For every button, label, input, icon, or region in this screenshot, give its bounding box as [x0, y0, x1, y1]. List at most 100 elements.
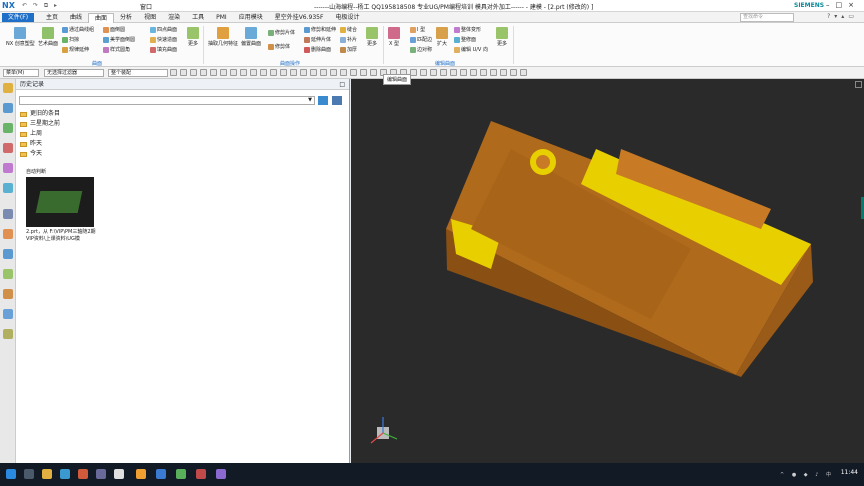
file-menu[interactable]: 文件(F) [2, 13, 34, 22]
more-edit-button[interactable]: 更多 [496, 27, 508, 47]
i-form-button[interactable]: I 型 [410, 26, 425, 33]
nx-taskbar-icon[interactable] [136, 469, 146, 479]
command-search-input[interactable]: 查找命令 [740, 13, 794, 22]
snap-tool-icon[interactable] [180, 69, 187, 76]
viewport-menu-icon[interactable] [855, 81, 862, 88]
snap-tool-icon[interactable] [310, 69, 317, 76]
history-path-input[interactable]: ▼ [19, 96, 315, 105]
trim-extend-button[interactable]: 修剪和延伸 [304, 26, 336, 33]
chevron-down-icon[interactable]: ▼ [308, 97, 312, 103]
law-extension-button[interactable]: 规律延伸 [62, 46, 89, 53]
more-operations-button[interactable]: 更多 [366, 27, 378, 47]
snap-tool-icon[interactable] [330, 69, 337, 76]
snap-tool-icon[interactable] [170, 69, 177, 76]
history-clock-icon[interactable] [3, 209, 13, 219]
snap-tool-icon[interactable] [420, 69, 427, 76]
aesthetic-blend-button[interactable]: 美学面倒圆 [103, 36, 135, 43]
trim-sheet-button[interactable]: 修剪片体 [268, 29, 295, 36]
graphics-viewport[interactable] [351, 79, 864, 463]
panel-maximize-icon[interactable]: □ [339, 79, 345, 90]
snap-tool-icon[interactable] [520, 69, 527, 76]
history-folder-today[interactable]: 今天 [20, 149, 60, 159]
app-icon[interactable] [96, 469, 106, 479]
edge-symmetry-button[interactable]: 边对称 [410, 46, 432, 53]
snap-tool-icon[interactable] [250, 69, 257, 76]
window-menu[interactable]: 窗口 [140, 2, 152, 11]
extend-sheet-button[interactable]: 延伸片体 [304, 36, 331, 43]
edit-uv-button[interactable]: 编辑 U/V 向 [454, 46, 488, 53]
process-studio-icon[interactable] [3, 229, 13, 239]
x-form-button[interactable]: X 型 [388, 27, 400, 47]
four-point-surface-button[interactable]: 四点曲面 [150, 26, 177, 33]
system-scenes-icon[interactable] [3, 269, 13, 279]
selection-filter-dropdown[interactable]: 无选择过滤器 [44, 69, 104, 77]
snap-tool-icon[interactable] [320, 69, 327, 76]
part-thumbnail[interactable] [26, 177, 94, 227]
view-options-icon[interactable] [332, 96, 342, 105]
snap-tool-icon[interactable] [300, 69, 307, 76]
history-folder-lastweek[interactable]: 上周 [20, 129, 60, 139]
tab-render[interactable]: 渲染 [162, 13, 186, 23]
sew-button[interactable]: 缝合 [340, 26, 357, 33]
snap-tool-icon[interactable] [190, 69, 197, 76]
menu-dropdown[interactable]: 菜单(M) [3, 69, 39, 77]
fast-surface-button[interactable]: 快速造面 [150, 36, 177, 43]
snap-tool-icon[interactable] [480, 69, 487, 76]
snap-tool-icon[interactable] [270, 69, 277, 76]
app-icon[interactable] [176, 469, 186, 479]
help-icons[interactable]: ?▾▴▭ [827, 13, 858, 20]
match-edge-button[interactable]: 匹配边 [410, 36, 432, 43]
fill-surface-button[interactable]: 填充曲面 [150, 46, 177, 53]
snap-tool-icon[interactable] [430, 69, 437, 76]
style-blend-button[interactable]: 样式圆角 [103, 46, 130, 53]
selection-scope-dropdown[interactable]: 整个装配 [108, 69, 168, 77]
tab-analysis[interactable]: 分析 [114, 13, 138, 23]
snap-tool-icon[interactable] [280, 69, 287, 76]
tab-surface[interactable]: 曲面 [88, 13, 115, 23]
face-blend-button[interactable]: 面倒圆 [103, 26, 125, 33]
app-icon[interactable] [216, 469, 226, 479]
tab-view[interactable]: 视图 [138, 13, 162, 23]
nx-creative-button[interactable]: NX 创意塑型 [6, 27, 35, 47]
enlarge-button[interactable]: 扩大 [436, 27, 448, 47]
recent-part-item[interactable]: 自动判断 2.prt，从 F:\VIP\PM三轴随2期VIP资料\上课资料\UG… [26, 168, 98, 242]
system-tray[interactable]: ^ ● ◆ ♪ 中 [780, 471, 834, 478]
roles-icon[interactable] [3, 249, 13, 259]
windows-start-icon[interactable] [6, 469, 16, 479]
sweep-button[interactable]: 扫掠 [62, 36, 79, 43]
snap-tool-icon[interactable] [200, 69, 207, 76]
snap-tool-icon[interactable] [410, 69, 417, 76]
assembly-navigator-icon[interactable] [3, 123, 13, 133]
layers-icon[interactable] [3, 329, 13, 339]
snap-tool-icon[interactable] [240, 69, 247, 76]
app-icon[interactable] [114, 469, 124, 479]
global-shaping-button[interactable]: 整体变形 [454, 26, 481, 33]
patch-button[interactable]: 补片 [340, 36, 357, 43]
reuse-library-icon[interactable] [3, 163, 13, 173]
snap-tool-icon[interactable] [360, 69, 367, 76]
app-icon[interactable] [196, 469, 206, 479]
quick-access-toolbar[interactable]: ↶ ↷ ⧉ ▸ [22, 2, 59, 10]
art-surface-button[interactable]: 艺术曲面 [38, 27, 58, 47]
materials-icon[interactable] [3, 289, 13, 299]
tab-pmi[interactable]: PMI [210, 13, 233, 23]
history-icon[interactable] [3, 83, 13, 93]
tab-curve[interactable]: 曲线 [64, 13, 88, 23]
clock[interactable]: 11:44 [841, 469, 858, 476]
snap-tool-icon[interactable] [470, 69, 477, 76]
mold-model[interactable] [351, 79, 864, 463]
part-navigator-icon[interactable] [3, 103, 13, 113]
snap-tool-icon[interactable] [230, 69, 237, 76]
offset-surface-button[interactable]: 偏置曲面 [241, 27, 261, 47]
view-triad[interactable] [369, 417, 399, 447]
extract-geometry-button[interactable]: 抽取几何特征 [208, 27, 238, 47]
back-arrow-icon[interactable] [318, 96, 328, 105]
snap-tool-icon[interactable] [220, 69, 227, 76]
history-folder-older[interactable]: 更旧的条目 [20, 109, 60, 119]
tab-tools[interactable]: 工具 [186, 13, 210, 23]
snap-tool-icon[interactable] [210, 69, 217, 76]
through-curves-button[interactable]: 通过曲线组 [62, 26, 94, 33]
app-icon[interactable] [156, 469, 166, 479]
trim-body-button[interactable]: 修剪体 [268, 43, 290, 50]
constraint-navigator-icon[interactable] [3, 143, 13, 153]
